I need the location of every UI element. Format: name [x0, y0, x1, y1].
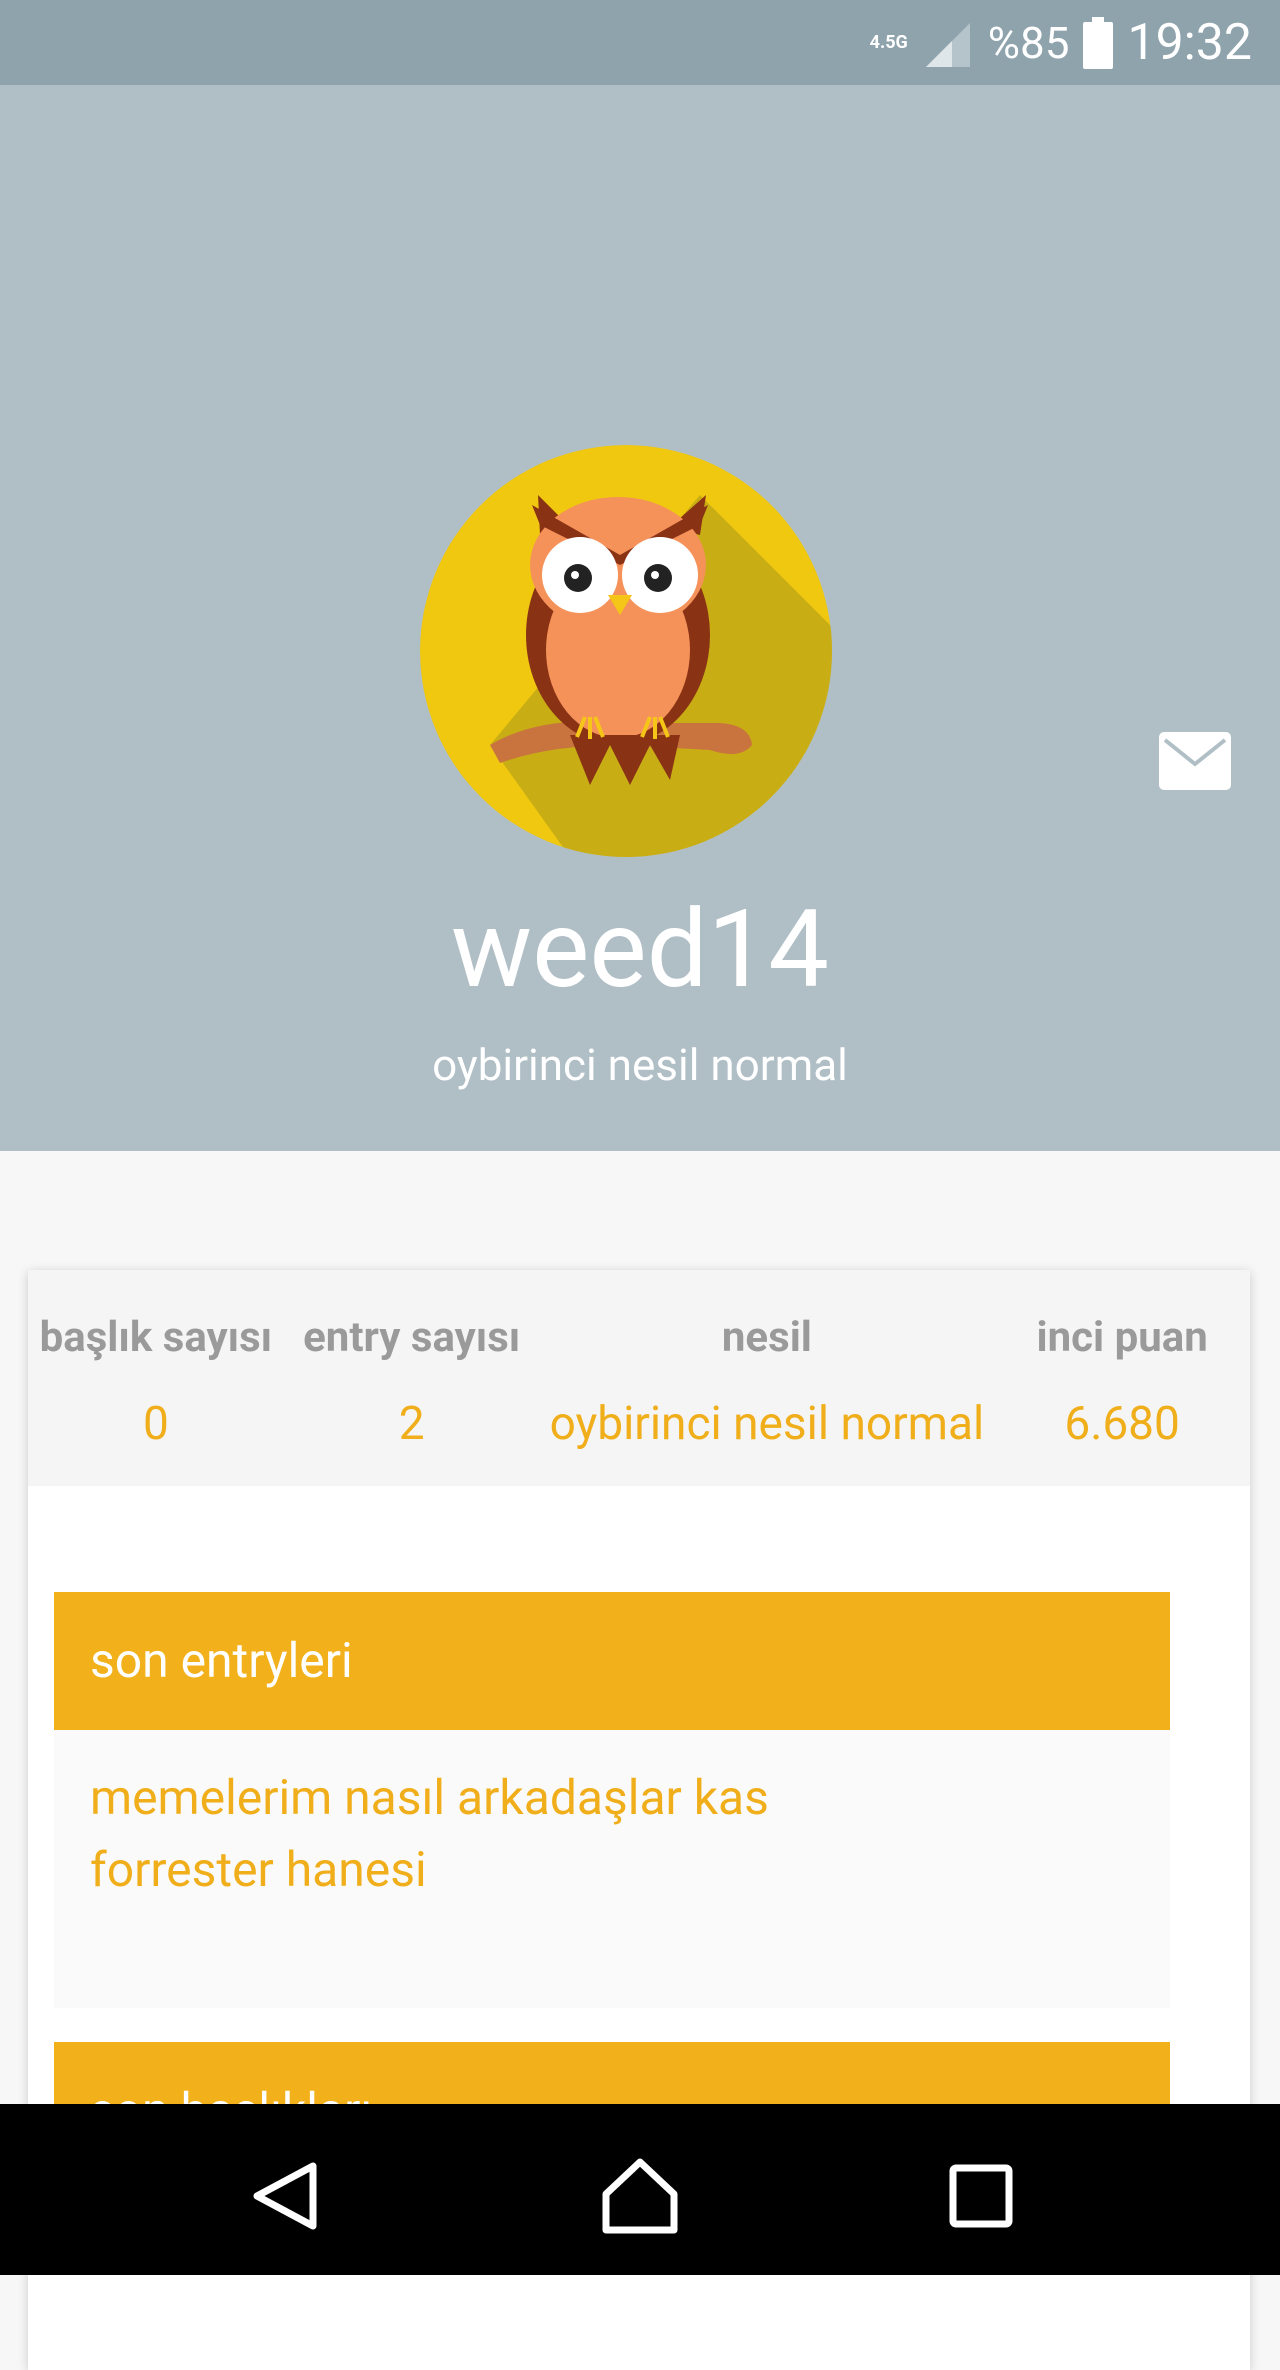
stat-label: inci puan	[1036, 1313, 1208, 1362]
navigation-bar	[0, 2104, 1280, 2275]
home-icon	[602, 2158, 678, 2234]
signal-icon	[925, 22, 970, 67]
stat-label: nesil	[721, 1313, 812, 1362]
user-generation-title: oybirinci nesil normal	[432, 1039, 848, 1091]
stat-entry-count: entry sayısı 2	[284, 1270, 540, 1486]
stat-value: oybirinci nesil normal	[549, 1397, 985, 1451]
back-icon	[253, 2162, 317, 2230]
recent-topics-header: son başlıkları	[54, 2042, 1170, 2104]
status-indicators: 4.5G %85 19:32	[870, 0, 1252, 85]
entry-link[interactable]: forrester hanesi	[54, 1834, 1170, 1906]
send-message-button[interactable]	[1157, 730, 1233, 792]
recents-icon	[949, 2164, 1013, 2228]
clock: 19:32	[1127, 13, 1252, 72]
mail-icon	[1159, 732, 1231, 790]
stat-label: başlık sayısı	[39, 1313, 273, 1362]
back-button[interactable]	[245, 2156, 325, 2236]
stat-topic-count: başlık sayısı 0	[28, 1270, 284, 1486]
status-bar: 4.5G %85 19:32	[0, 0, 1280, 85]
stat-value: 2	[398, 1397, 425, 1451]
network-label: 4.5G	[869, 31, 908, 53]
battery-icon	[1083, 16, 1114, 69]
profile-header: weed14 oybirinci nesil normal	[0, 85, 1280, 1151]
stat-generation: nesil oybirinci nesil normal	[540, 1270, 995, 1486]
entry-link[interactable]: memelerim nasıl arkadaşlar kas	[54, 1762, 1170, 1834]
network-type: 4.5G	[869, 31, 908, 53]
stat-points: inci puan 6.680	[994, 1270, 1250, 1486]
stats-row: başlık sayısı 0 entry sayısı 2 nesil oyb…	[28, 1270, 1250, 1486]
recents-button[interactable]	[941, 2156, 1021, 2236]
recent-entries-list: memelerim nasıl arkadaşlar kas forrester…	[54, 1730, 1170, 2008]
home-button[interactable]	[600, 2156, 680, 2236]
owl-avatar-icon	[420, 445, 832, 857]
stat-label: entry sayısı	[303, 1313, 521, 1362]
stat-value: 6.680	[1064, 1397, 1180, 1451]
username: weed14	[451, 887, 829, 1013]
battery-percent: %85	[987, 16, 1070, 69]
recent-entries-header: son entryleri	[54, 1592, 1170, 1730]
stat-value: 0	[142, 1397, 169, 1451]
